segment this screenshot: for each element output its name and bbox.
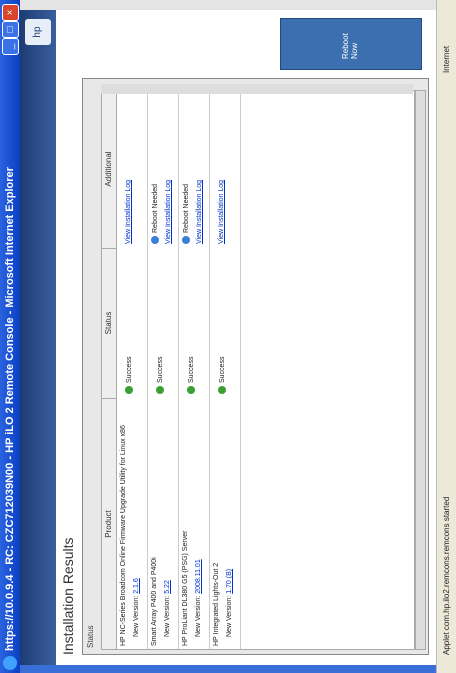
table-row: HP ProLiant DL380 G5 (PSG) Server New Ve… <box>179 91 210 649</box>
product-name: HP ProLiant DL380 G5 (PSG) Server <box>182 530 189 646</box>
table-row: HP Integrated Lights-Out 2 New Version: … <box>210 91 241 649</box>
maximize-button[interactable]: □ <box>2 21 19 38</box>
reboot-needed-text: Reboot Needed <box>151 183 159 233</box>
status-cell: Success <box>156 357 164 394</box>
browser-vertical-scrollbar[interactable] <box>20 0 436 10</box>
table-row: HP NC-Series Broadcom Online Firmware Up… <box>117 91 148 649</box>
header-strip: hp <box>20 10 56 665</box>
success-icon <box>125 386 133 394</box>
new-version-link[interactable]: 2.1.6 <box>133 578 140 594</box>
new-version-link[interactable]: 2008.11.01 <box>195 559 202 594</box>
results-table: Product Status Additional HP NC-Series B… <box>101 90 415 650</box>
status-cell: Success <box>125 357 133 394</box>
view-log-link[interactable]: View Installation Log <box>125 180 132 244</box>
new-version-label: New Version: <box>195 595 202 637</box>
success-icon <box>218 386 226 394</box>
product-name: HP NC-Series Broadcom Online Firmware Up… <box>120 425 127 646</box>
ie-icon <box>3 656 17 670</box>
title-bar: https://10.0.9.4 - RC: CZC712039N00 - HP… <box>0 0 20 673</box>
status-text: Applet com.hp.ilo2.remcons.remcons start… <box>442 496 451 655</box>
close-button[interactable]: × <box>2 4 19 21</box>
column-header-additional: Additional <box>102 90 117 249</box>
window-title: https://10.0.9.4 - RC: CZC712039N00 - HP… <box>4 167 16 651</box>
table-row: Smart Array P400 and P400i New Version: … <box>148 91 179 649</box>
view-log-link[interactable]: View Installation Log <box>218 180 225 244</box>
success-icon <box>156 386 164 394</box>
page-title: Installation Results <box>60 537 76 655</box>
reboot-now-button[interactable]: Reboot Now <box>280 18 422 70</box>
reboot-needed-cell: Reboot Needed <box>182 184 190 244</box>
window-left-border <box>20 665 456 673</box>
table-vertical-scrollbar[interactable] <box>101 84 413 94</box>
status-cell: Success <box>187 357 195 394</box>
view-log-link[interactable]: View Installation Log <box>196 180 203 244</box>
reboot-needed-text: Reboot Needed <box>182 183 190 233</box>
column-header-status: Status <box>102 248 117 399</box>
new-version-line: New Version: 5.22 <box>164 580 171 637</box>
status-text: Success <box>218 356 226 383</box>
view-log-link[interactable]: View Installation Log <box>165 180 172 244</box>
security-zone: Internet <box>442 45 451 73</box>
remote-console-applet[interactable]: hp Installation Results Status Product S… <box>20 10 436 665</box>
info-icon <box>182 236 190 244</box>
new-version-label: New Version: <box>226 595 233 637</box>
minimize-button[interactable]: _ <box>2 38 19 55</box>
new-version-link[interactable]: 1.70 (B) <box>226 569 233 594</box>
new-version-line: New Version: 2.1.6 <box>133 578 140 637</box>
new-version-line: New Version: 2008.11.01 <box>195 559 202 637</box>
column-header-product: Product <box>102 399 117 649</box>
info-icon <box>151 236 159 244</box>
product-name: Smart Array P400 and P400i <box>151 557 158 646</box>
browser-status-bar: Applet com.hp.ilo2.remcons.remcons start… <box>436 0 456 673</box>
status-text: Success <box>156 356 164 383</box>
hp-logo-icon: hp <box>25 19 51 45</box>
new-version-link[interactable]: 5.22 <box>164 580 171 594</box>
status-cell: Success <box>218 357 226 394</box>
product-name: HP Integrated Lights-Out 2 <box>213 562 220 646</box>
panel-title: Status <box>86 625 95 648</box>
status-panel: Status Product Status Additional HP NC-S… <box>82 78 429 655</box>
new-version-line: New Version: 1.70 (B) <box>226 569 233 637</box>
reboot-now-label: Reboot Now <box>341 33 359 59</box>
success-icon <box>187 386 195 394</box>
reboot-needed-cell: Reboot Needed <box>151 184 159 244</box>
status-text: Success <box>187 356 195 383</box>
rotated-view: https://10.0.9.4 - RC: CZC712039N00 - HP… <box>0 0 456 673</box>
new-version-label: New Version: <box>133 595 140 637</box>
table-horizontal-scrollbar[interactable] <box>415 90 426 650</box>
status-text: Success <box>125 356 133 383</box>
new-version-label: New Version: <box>164 595 171 637</box>
